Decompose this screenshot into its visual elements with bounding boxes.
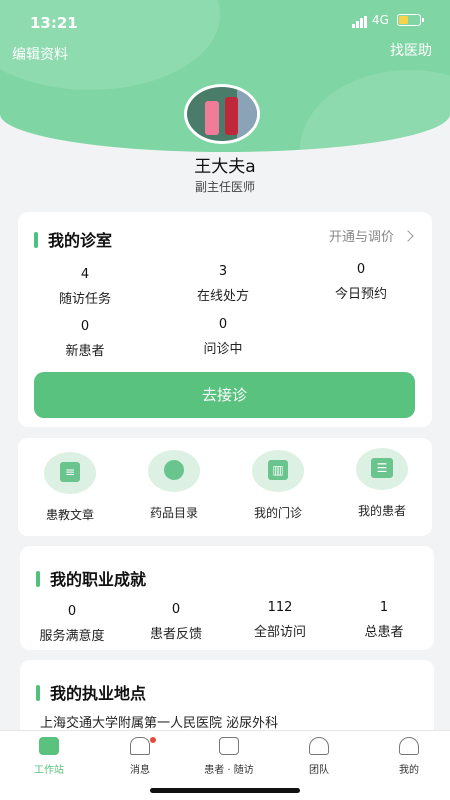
stat-new-patients[interactable]: 0 新患者: [30, 319, 140, 359]
clinic-card: 我的诊室 开通与调价 4 随访任务 3 在线处方 0 今日预约 0 新患者 0 问诊中 去…: [18, 212, 432, 427]
network-type: 4G: [372, 13, 389, 27]
tab-messages[interactable]: 消息: [95, 737, 185, 776]
edit-profile-button[interactable]: 编辑资料: [12, 44, 68, 64]
stat-in-consultation[interactable]: 0 问诊中: [168, 317, 278, 357]
unread-badge: [150, 737, 156, 743]
achievement-card: 我的职业成就 0 服务满意度 0 患者反馈 112 全部访问 1 总患者: [20, 546, 434, 650]
patient-card-icon: ☰: [371, 458, 393, 478]
stat-satisfaction[interactable]: 0 服务满意度: [20, 604, 124, 644]
stat-patient-feedback[interactable]: 0 患者反馈: [124, 602, 228, 642]
start-consultation-button[interactable]: 去接诊: [34, 372, 415, 418]
stat-today-appointments[interactable]: 0 今日预约: [306, 262, 416, 302]
clinic-title: 我的诊室: [34, 227, 112, 251]
tab-workstation[interactable]: 工作站: [4, 737, 94, 776]
location-title: 我的执业地点: [36, 680, 146, 704]
tool-drug-catalog[interactable]: 药品目录: [122, 450, 226, 521]
stat-followup-tasks[interactable]: 4 随访任务: [30, 267, 140, 307]
tab-team[interactable]: 团队: [274, 737, 364, 776]
medical-box-icon: [219, 737, 239, 755]
status-time: 13:21: [30, 14, 78, 32]
team-icon: [309, 737, 329, 755]
find-assistant-button[interactable]: 找医助: [390, 40, 432, 60]
open-adjust-price-link[interactable]: 开通与调价: [329, 226, 414, 245]
clinic-icon: ▥: [268, 460, 288, 480]
doctor-name: 王大夫a: [194, 157, 256, 177]
bell-icon: [130, 737, 150, 755]
home-icon: [39, 737, 59, 755]
pill-icon: [160, 456, 188, 484]
header-decoration: [300, 70, 450, 152]
article-icon: ≡: [60, 462, 80, 482]
stat-online-prescription[interactable]: 3 在线处方: [168, 264, 278, 304]
location-card: 我的执业地点 上海交通大学附属第一人民医院 泌尿外科: [20, 660, 434, 740]
status-bar: 13:21 4G: [0, 0, 450, 44]
achievement-title: 我的职业成就: [36, 566, 146, 590]
avatar[interactable]: [184, 84, 260, 144]
tab-mine[interactable]: 我的: [364, 737, 450, 776]
tab-patient-followup[interactable]: 患者 · 随访: [184, 737, 274, 776]
practice-address[interactable]: 上海交通大学附属第一人民医院 泌尿外科: [40, 712, 278, 731]
tool-my-patients[interactable]: ☰ 我的患者: [330, 448, 434, 519]
stat-total-visits[interactable]: 112 全部访问: [228, 600, 332, 640]
tools-card: ≡ 患教文章 药品目录 ▥ 我的门诊 ☰ 我的患者: [18, 438, 432, 536]
battery-icon: [397, 14, 424, 26]
tool-patient-education[interactable]: ≡ 患教文章: [18, 452, 122, 523]
doctor-title: 副主任医师: [194, 180, 255, 194]
chevron-right-icon: [402, 230, 414, 242]
signal-icon: [352, 16, 368, 28]
stat-total-patients[interactable]: 1 总患者: [332, 600, 436, 640]
tool-my-clinic[interactable]: ▥ 我的门诊: [226, 450, 330, 521]
home-indicator: [150, 788, 300, 793]
user-icon: [399, 737, 419, 755]
